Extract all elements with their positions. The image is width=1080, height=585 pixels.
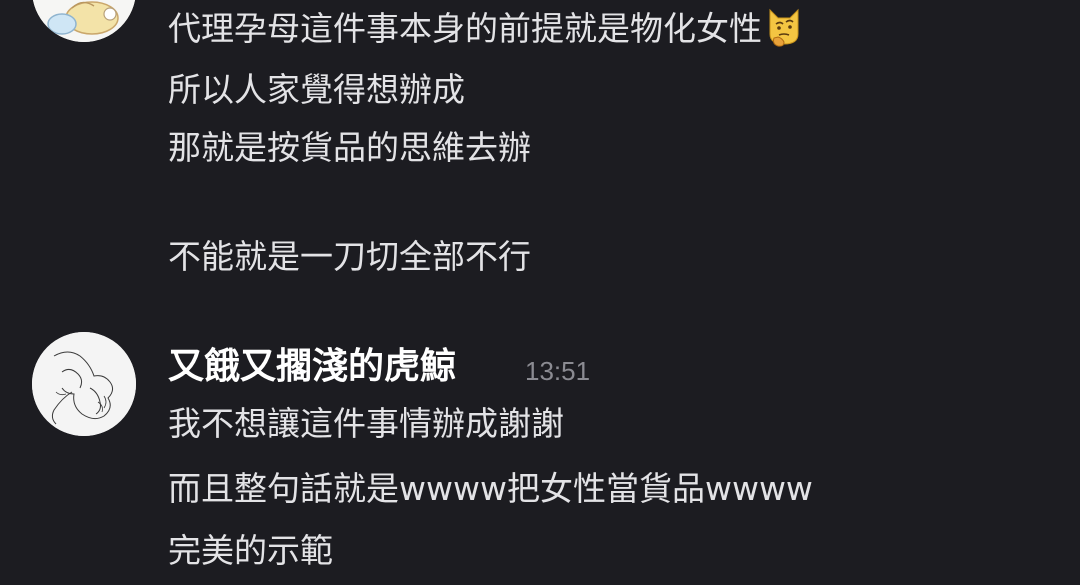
avatar-illustration-icon [32,0,136,42]
avatar[interactable] [32,332,136,436]
message-text-line: 不能就是一刀切全部不行 [168,237,531,276]
thinking-face-icon [764,4,804,57]
message-text-line: 那就是按貨品的思維去辦 [168,128,531,167]
sender-name[interactable]: 又餓又擱淺的虎鯨 [168,342,456,392]
avatar[interactable] [32,0,136,42]
message-text-line: 代理孕母這件事本身的前提就是物化女性 [168,4,804,57]
message-text-line: 所以人家覺得想辦成 [168,70,465,109]
message-text-line: 而且整句話就是wwww把女性當貨品wwww [168,469,813,508]
message-timestamp: 13:51 [525,356,591,386]
message-text-line: 我不想讓這件事情辦成謝謝 [168,404,564,443]
message-text-line: 完美的示範 [168,531,333,570]
whale-sketch-icon [32,332,136,436]
